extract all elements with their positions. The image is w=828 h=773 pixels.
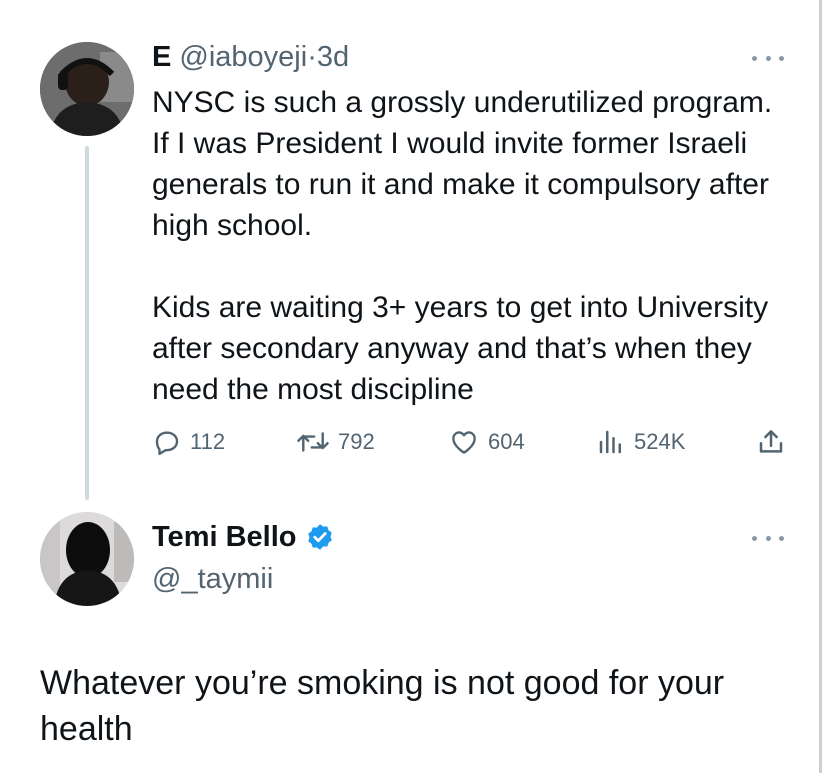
reply-tweet-text: Whatever you’re smoking is not good for …: [40, 664, 725, 748]
repost-icon: [297, 432, 329, 452]
more-icon[interactable]: [752, 48, 784, 68]
avatar-iaboyeji[interactable]: [40, 42, 134, 136]
reply-display-name[interactable]: Temi Bello: [152, 520, 297, 554]
parent-handle[interactable]: @iaboyeji: [179, 41, 307, 73]
parent-display-name[interactable]: E: [152, 41, 171, 73]
parent-tweet-header: E @iaboyeji·3d: [152, 40, 349, 74]
repost-button[interactable]: 792: [296, 422, 375, 462]
parent-tweet-paragraph: NYSC is such a grossly underutilized pro…: [152, 86, 773, 242]
reply-icon: [155, 431, 179, 456]
scrollbar[interactable]: [819, 0, 822, 773]
repost-count: 792: [338, 429, 375, 454]
views-icon: [599, 430, 621, 454]
like-button[interactable]: 604: [448, 422, 525, 462]
thread-connector-line: [85, 146, 89, 500]
verified-badge-icon[interactable]: [305, 522, 335, 552]
share-button[interactable]: [756, 422, 786, 462]
avatar-taymii[interactable]: [40, 512, 134, 606]
reply-count: 112: [190, 429, 226, 454]
share-icon: [759, 430, 783, 453]
reply-handle[interactable]: @_taymii: [152, 562, 273, 596]
parent-tweet-text: NYSC is such a grossly underutilized pro…: [152, 82, 792, 410]
parent-tweet-paragraph: Kids are waiting 3+ years to get into Un…: [152, 291, 769, 406]
like-count: 604: [488, 429, 525, 454]
more-icon[interactable]: [752, 528, 784, 548]
tweet-actions-bar: 112 792 604 524K: [152, 422, 792, 462]
views-count: 524K: [634, 429, 686, 454]
like-icon: [452, 431, 476, 454]
views-button[interactable]: 524K: [596, 422, 685, 462]
reply-button[interactable]: 112: [152, 422, 225, 462]
parent-timestamp[interactable]: 3d: [317, 41, 349, 73]
reply-display-name-row: Temi Bello: [152, 520, 335, 554]
meta-separator: ·: [307, 41, 317, 73]
